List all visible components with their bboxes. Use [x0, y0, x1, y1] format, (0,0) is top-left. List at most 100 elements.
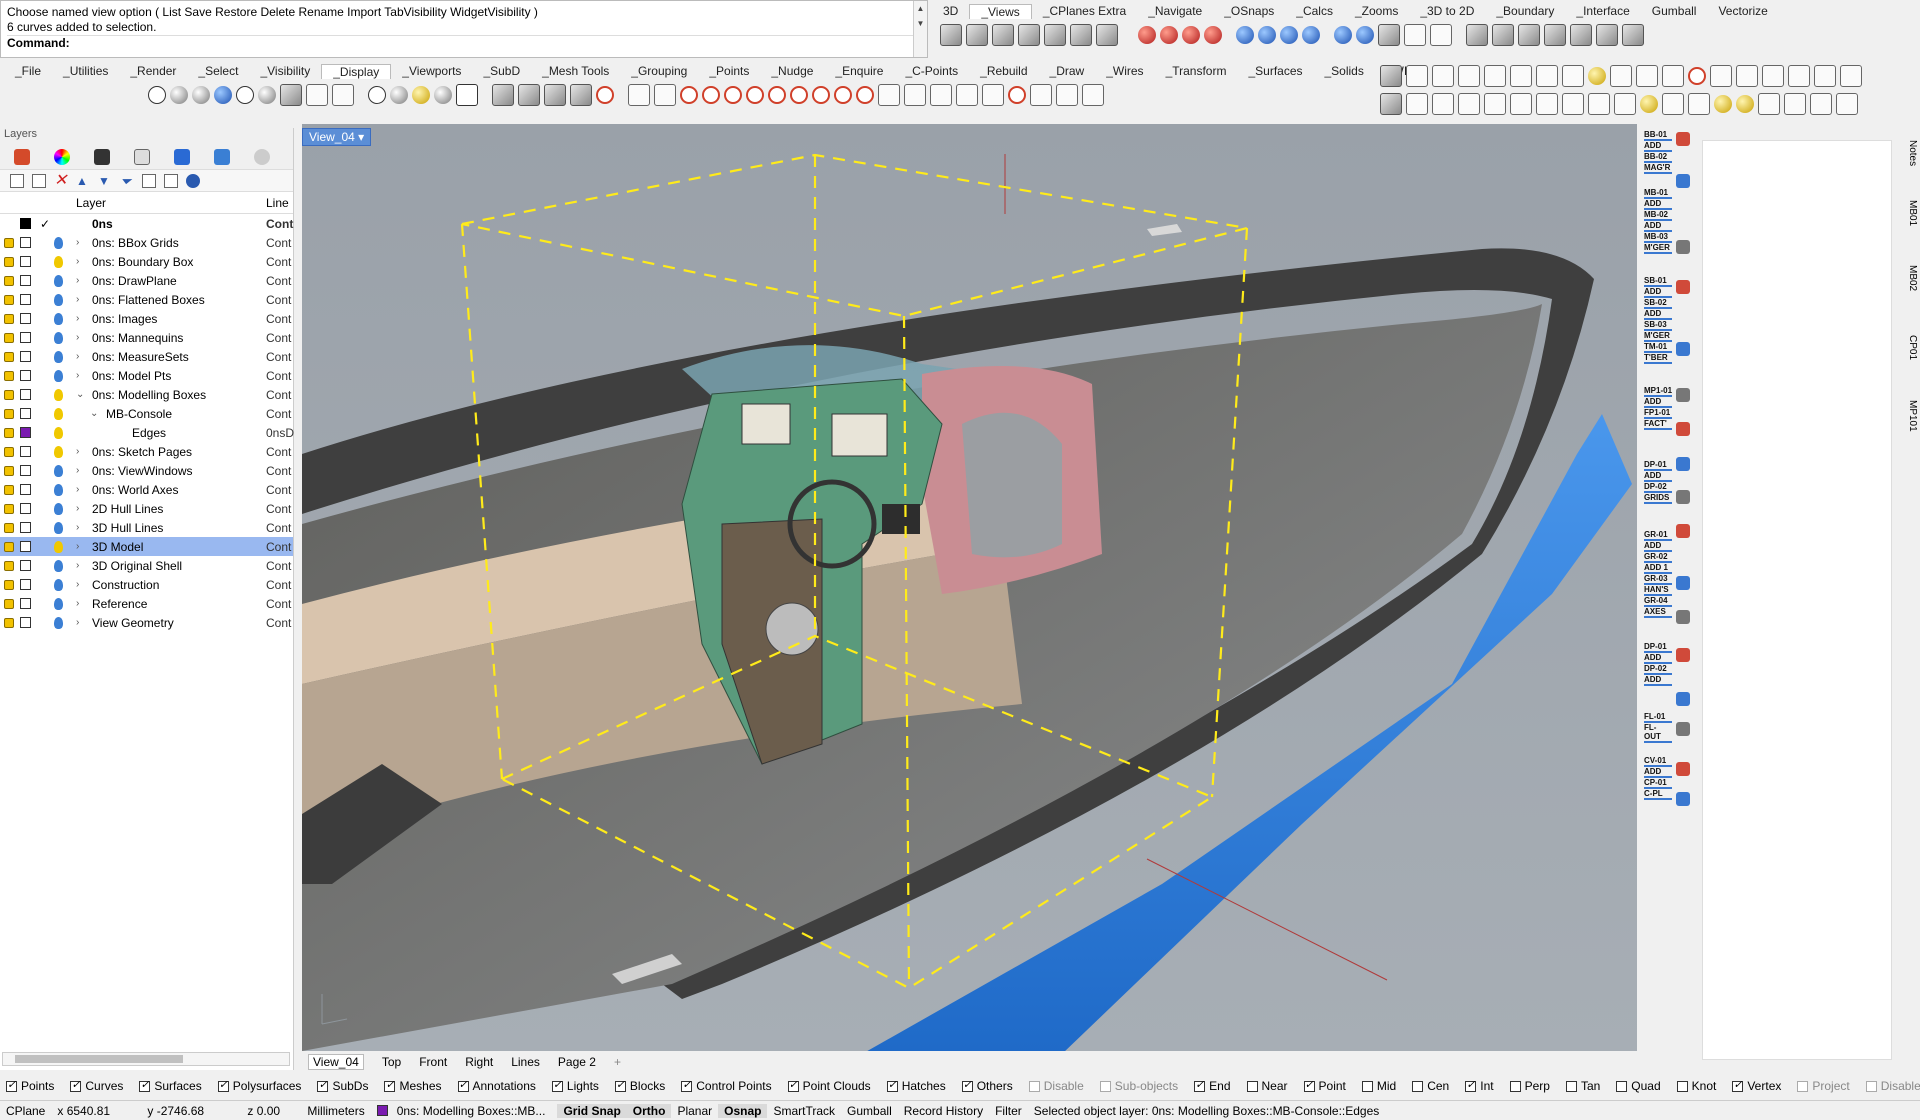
text-icon[interactable]	[1636, 65, 1658, 87]
globe-icon[interactable]	[148, 86, 166, 104]
aircraft-view-icon[interactable]	[1544, 24, 1566, 46]
tools-icon[interactable]	[164, 173, 178, 188]
current-color-swatch[interactable]	[20, 218, 31, 229]
strip-tool-icon[interactable]	[1676, 342, 1690, 356]
checkbox-box[interactable]	[681, 1078, 693, 1092]
layer-visibility-bulb-icon[interactable]	[54, 274, 63, 287]
layer-visibility-bulb-icon[interactable]	[54, 426, 63, 439]
view-icon[interactable]	[966, 24, 988, 46]
command-scrollbar[interactable]: ▲ ▼	[913, 1, 927, 57]
viewport-menu-arrow-icon[interactable]: ▾	[358, 130, 364, 144]
strip-tool-icon[interactable]	[1676, 648, 1690, 662]
layer-expand-arrow-icon[interactable]: ›	[76, 560, 79, 571]
command-history[interactable]: Choose named view option ( List Save Res…	[0, 0, 928, 58]
rendered-sphere-icon[interactable]	[192, 86, 210, 104]
layer-row[interactable]: › 3D Original Shell Cont	[0, 556, 293, 575]
layer-color-swatch[interactable]	[20, 427, 31, 438]
layer-color-swatch[interactable]	[20, 541, 31, 552]
layer-color-swatch[interactable]	[20, 408, 31, 419]
snap-icon[interactable]	[724, 86, 742, 104]
checkbox-tan[interactable]: Tan	[1565, 1079, 1600, 1093]
layer-visibility-bulb-icon[interactable]	[54, 388, 63, 401]
layer-color-swatch[interactable]	[20, 503, 31, 514]
display-mode-icon[interactable]	[1082, 84, 1104, 106]
layer-color-swatch[interactable]	[20, 351, 31, 362]
layer-expand-arrow-icon[interactable]: ›	[76, 275, 79, 286]
rpc-tab-icon[interactable]	[214, 148, 230, 165]
layer-lock-icon[interactable]	[4, 351, 14, 362]
layer-row[interactable]: › 0ns: MeasureSets Cont	[0, 347, 293, 366]
battery-icon[interactable]	[1736, 95, 1754, 113]
strip-tool-icon[interactable]	[1676, 610, 1690, 624]
layer-lock-icon[interactable]	[4, 237, 14, 248]
layer-color-swatch[interactable]	[20, 370, 31, 381]
tab-surfaces[interactable]: _Surfaces	[1237, 64, 1313, 78]
lock-icon[interactable]	[280, 84, 302, 106]
layer-visibility-bulb-icon[interactable]	[54, 312, 63, 325]
layer-color-swatch[interactable]	[20, 332, 31, 343]
viewport-1-blue-icon[interactable]	[1236, 26, 1254, 44]
aircraft-view-icon[interactable]	[1596, 24, 1618, 46]
layer-expand-arrow-icon[interactable]: ›	[76, 503, 79, 514]
checkbox-lights[interactable]: Lights	[551, 1078, 599, 1093]
bulb-icon[interactable]	[1814, 65, 1836, 87]
checkbox-box[interactable]	[317, 1078, 329, 1092]
strip-tool-icon[interactable]	[1676, 174, 1690, 188]
viewport-view-04[interactable]	[302, 124, 1637, 1051]
checkbox-box[interactable]	[961, 1078, 973, 1092]
view-icon[interactable]	[1096, 24, 1118, 46]
checkbox-cen[interactable]: Cen	[1412, 1079, 1449, 1093]
tab-3d-to-2d[interactable]: _3D to 2D	[1409, 4, 1485, 18]
panel-icon[interactable]	[1758, 93, 1780, 115]
checkbox-mid[interactable]: Mid	[1361, 1079, 1396, 1093]
scroll-thumb[interactable]	[15, 1055, 183, 1063]
layer-lock-icon[interactable]	[4, 541, 14, 552]
snap-icon[interactable]	[702, 86, 720, 104]
help-icon[interactable]	[186, 173, 200, 188]
sun-icon[interactable]	[1588, 67, 1606, 85]
layer-visibility-bulb-icon[interactable]	[54, 255, 63, 268]
zoom-icon[interactable]	[1484, 65, 1506, 87]
layer-row[interactable]: › 2D Hull Lines Cont	[0, 499, 293, 518]
copy-layer-icon[interactable]	[142, 173, 156, 188]
viewport-tab-top[interactable]: Top	[382, 1055, 401, 1069]
aircraft-view-icon[interactable]	[1518, 24, 1540, 46]
layer-row[interactable]: › View Geometry Cont	[0, 613, 293, 632]
strip-tool-icon[interactable]	[1676, 576, 1690, 590]
display-mode-icon[interactable]	[1056, 84, 1078, 106]
aircraft-view-icon[interactable]	[1570, 24, 1592, 46]
tab-visibility[interactable]: _Visibility	[249, 64, 321, 78]
new-layer-icon[interactable]	[10, 173, 24, 188]
checkbox-int[interactable]: Int	[1465, 1078, 1494, 1093]
layer-visibility-bulb-icon[interactable]	[54, 540, 63, 553]
monitor-icon[interactable]	[456, 84, 478, 106]
box-icon[interactable]	[306, 84, 328, 106]
layer-expand-arrow-icon[interactable]: ›	[76, 541, 79, 552]
layer-visibility-bulb-icon[interactable]	[54, 559, 63, 572]
strip-button[interactable]: SB-01 ADD	[1644, 276, 1672, 298]
tab-subd[interactable]: _SubD	[472, 64, 531, 78]
layer-color-swatch[interactable]	[20, 446, 31, 457]
tab-display[interactable]: _Display	[321, 63, 392, 79]
cube-icon[interactable]	[518, 84, 540, 106]
layer-visibility-bulb-icon[interactable]	[54, 369, 63, 382]
viewport-3-red-icon[interactable]	[1182, 26, 1200, 44]
layer-lock-icon[interactable]	[4, 370, 14, 381]
layer-expand-arrow-icon[interactable]: ›	[76, 465, 79, 476]
strip-tool-icon[interactable]	[1676, 280, 1690, 294]
trim-icon[interactable]	[1662, 65, 1684, 87]
checkbox-point[interactable]: Point	[1303, 1078, 1346, 1093]
layer-row[interactable]: › 0ns: World Axes Cont	[0, 480, 293, 499]
tab-solids[interactable]: _Solids	[1314, 64, 1375, 78]
move-icon[interactable]	[1562, 93, 1584, 115]
wire-sphere-icon[interactable]	[236, 86, 254, 104]
viewport-tab-view-04[interactable]: View_04	[308, 1054, 364, 1070]
tab-grouping[interactable]: _Grouping	[620, 64, 698, 78]
layer-visibility-bulb-icon[interactable]	[54, 331, 63, 344]
tab-cplanes-extra[interactable]: _CPlanes Extra	[1032, 4, 1137, 18]
tab-points[interactable]: _Points	[698, 64, 760, 78]
strip-button[interactable]: MB-02 ADD	[1644, 210, 1672, 232]
layer-color-swatch[interactable]	[20, 465, 31, 476]
layer-lock-icon[interactable]	[4, 275, 14, 286]
strip-button[interactable]: GR-03 HAN'S	[1644, 574, 1672, 596]
